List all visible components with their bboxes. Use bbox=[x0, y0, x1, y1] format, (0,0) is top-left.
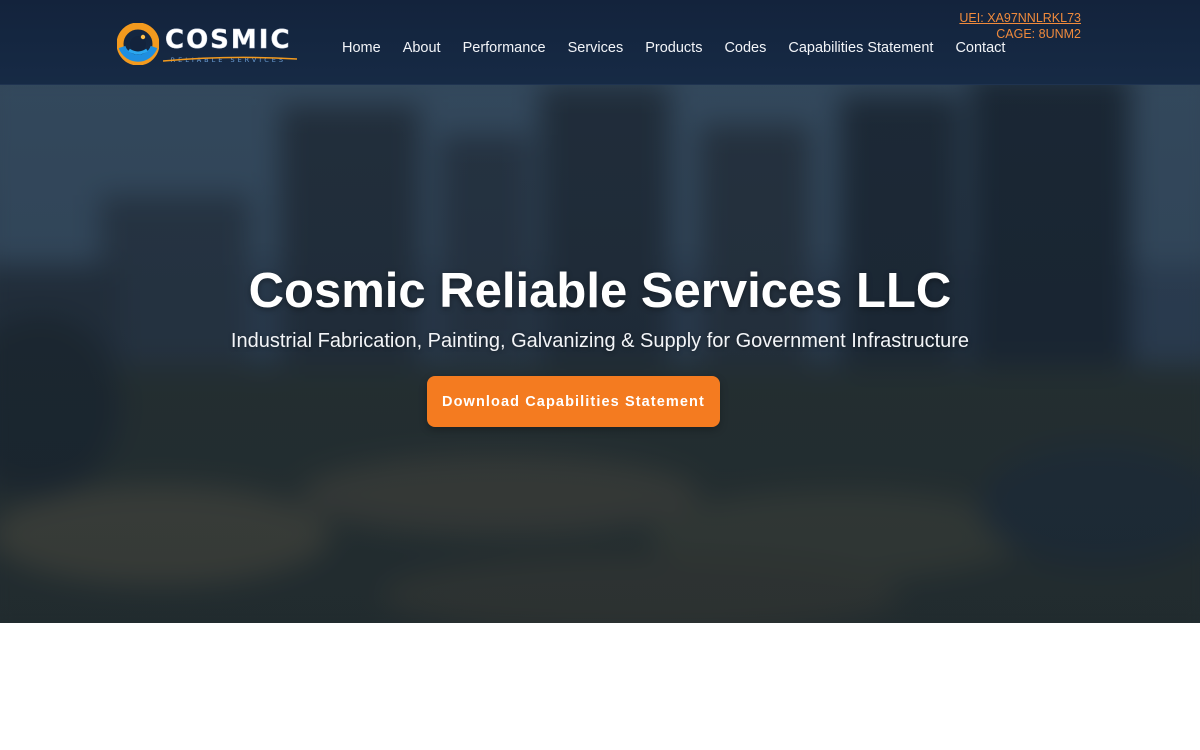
nav-products[interactable]: Products bbox=[634, 39, 713, 59]
nav-about[interactable]: About bbox=[392, 39, 452, 59]
cage-code: CAGE: 8UNM2 bbox=[996, 27, 1081, 41]
nav-performance[interactable]: Performance bbox=[452, 39, 557, 59]
logo-mark-icon bbox=[117, 23, 159, 65]
nav-home[interactable]: Home bbox=[331, 39, 392, 59]
company-identifiers: UEI: XA97NNLRKL73 CAGE: 8UNM2 bbox=[959, 10, 1081, 42]
nav-codes[interactable]: Codes bbox=[713, 39, 777, 59]
logo-swoosh-icon bbox=[163, 56, 297, 62]
hero-title: Cosmic Reliable Services LLC bbox=[248, 264, 952, 318]
hero-section: Cosmic Reliable Services LLC Industrial … bbox=[0, 85, 1200, 623]
site-header: COSMIC RELIABLE SERVICES Home About Perf… bbox=[0, 0, 1200, 85]
content-area bbox=[0, 623, 1200, 750]
logo-wordmark: COSMIC bbox=[165, 25, 292, 55]
hero-subtitle: Industrial Fabrication, Painting, Galvan… bbox=[230, 330, 970, 352]
main-nav: Home About Performance Services Products… bbox=[331, 39, 1016, 59]
uei-link[interactable]: UEI: XA97NNLRKL73 bbox=[959, 10, 1081, 26]
nav-capabilities-statement[interactable]: Capabilities Statement bbox=[777, 39, 944, 59]
logo[interactable]: COSMIC RELIABLE SERVICES bbox=[117, 23, 302, 71]
nav-services[interactable]: Services bbox=[557, 39, 635, 59]
hero-content: Cosmic Reliable Services LLC Industrial … bbox=[0, 85, 1200, 623]
nav-contact[interactable]: Contact bbox=[944, 39, 1016, 59]
download-capabilities-button[interactable]: Download Capabilities Statement bbox=[427, 376, 720, 427]
